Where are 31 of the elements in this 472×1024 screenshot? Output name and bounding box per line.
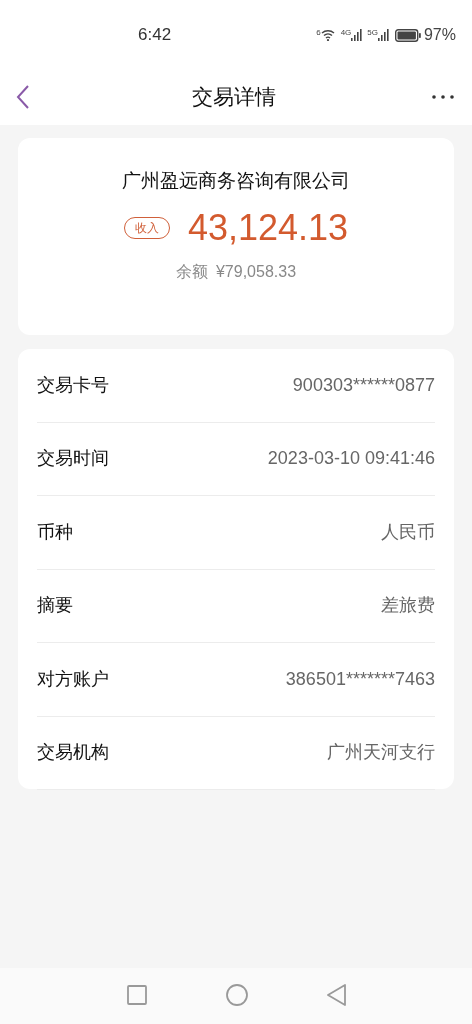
signal-icon bbox=[377, 29, 389, 41]
network-type-label: 4G bbox=[340, 29, 352, 37]
detail-value: 386501*******7463 bbox=[285, 667, 435, 691]
detail-value: 900303******0877 bbox=[292, 373, 435, 397]
balance-amount: ¥79,058.33 bbox=[215, 261, 297, 282]
more-icon bbox=[432, 94, 454, 99]
detail-label: 摘要 bbox=[37, 594, 73, 618]
status-time: 6:42 bbox=[138, 24, 172, 47]
balance-label: 余额 bbox=[175, 261, 208, 282]
detail-value: 广州天河支行 bbox=[327, 741, 435, 765]
wifi-band-label: 6 bbox=[316, 29, 321, 37]
page-title: 交易详情 bbox=[192, 83, 276, 110]
battery-icon bbox=[394, 28, 421, 42]
network-type-label: 5G bbox=[367, 29, 378, 37]
back-nav-icon[interactable] bbox=[326, 984, 346, 1006]
amount: 43,124.13 bbox=[187, 209, 349, 246]
detail-value: 2023-03-10 09:41:46 bbox=[267, 447, 435, 471]
detail-value: 差旅费 bbox=[381, 594, 435, 618]
detail-label: 对方账户 bbox=[37, 667, 109, 691]
signal-icon bbox=[351, 29, 363, 41]
detail-label: 交易机构 bbox=[37, 741, 109, 765]
detail-label: 交易时间 bbox=[37, 447, 109, 471]
detail-value: 人民币 bbox=[381, 520, 435, 544]
recent-apps-icon[interactable] bbox=[126, 985, 147, 1005]
detail-label: 币种 bbox=[37, 520, 73, 544]
home-icon[interactable] bbox=[225, 984, 248, 1006]
detail-label: 交易卡号 bbox=[37, 373, 109, 397]
back-icon bbox=[16, 84, 30, 109]
wifi-icon bbox=[320, 29, 335, 41]
battery-percent: 97% bbox=[423, 25, 456, 45]
payee-name: 广州盈远商务咨询有限公司 bbox=[122, 169, 350, 193]
